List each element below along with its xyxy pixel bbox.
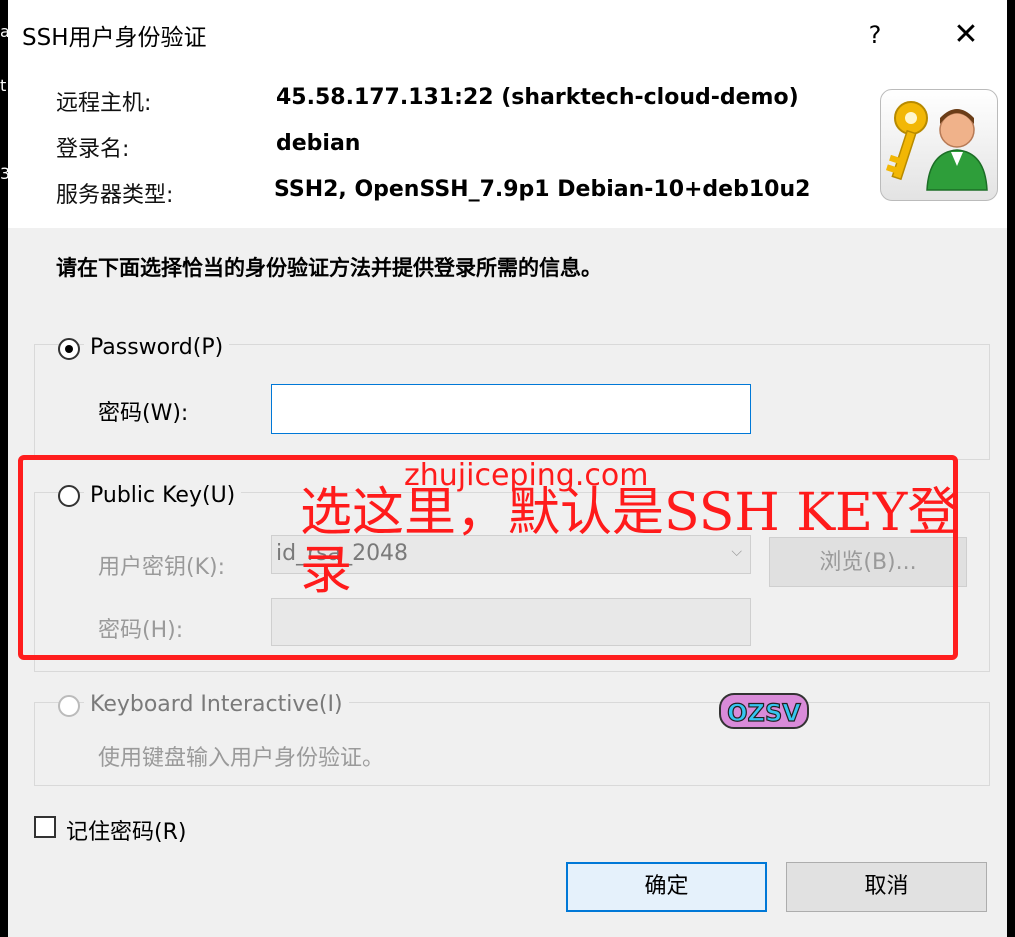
remember-password-label[interactable]: 记住密码(R) — [66, 814, 186, 846]
dialog-title: SSH用户身份验证 — [22, 25, 207, 51]
login-label: 登录名: — [56, 137, 130, 162]
background-text: t — [0, 76, 7, 95]
help-button[interactable]: ? — [858, 18, 892, 52]
server-type-value: SSH2, OpenSSH_7.9p1 Debian-10+deb10u2 — [274, 177, 811, 202]
close-button[interactable]: ✕ — [946, 15, 986, 55]
keyboard-radio[interactable] — [58, 695, 80, 717]
background-window-strip: a t 3 — [0, 0, 10, 937]
instruction-text: 请在下面选择恰当的身份验证方法并提供登录所需的信息。 — [56, 256, 602, 280]
password-input[interactable] — [271, 384, 751, 434]
ssh-auth-dialog: SSH用户身份验证 ? ✕ 远程主机: 45.58.177.131:22 (sh… — [8, 0, 1007, 937]
server-type-label: 服务器类型: — [56, 183, 174, 208]
close-icon: ✕ — [953, 17, 979, 52]
sticker-text: OZSV — [727, 699, 801, 727]
keyboard-description: 使用键盘输入用户身份验证。 — [98, 746, 385, 771]
remember-password-checkbox[interactable] — [34, 816, 56, 838]
ok-button[interactable]: 确定 — [566, 862, 767, 912]
password-radio[interactable] — [58, 338, 80, 360]
annotation-text: 选这里，默认是SSH KEY登录 — [300, 483, 960, 601]
host-label: 远程主机: — [56, 91, 152, 116]
cancel-button[interactable]: 取消 — [786, 862, 987, 912]
keyboard-option-label[interactable]: Keyboard Interactive(I) — [84, 692, 349, 717]
password-field-label: 密码(W): — [98, 401, 189, 426]
user-key-icon — [880, 89, 998, 201]
ozsv-sticker: OZSV — [718, 690, 810, 732]
login-value: debian — [276, 131, 361, 156]
password-option-label[interactable]: Password(P) — [84, 335, 230, 360]
host-value: 45.58.177.131:22 (sharktech-cloud-demo) — [276, 85, 799, 110]
